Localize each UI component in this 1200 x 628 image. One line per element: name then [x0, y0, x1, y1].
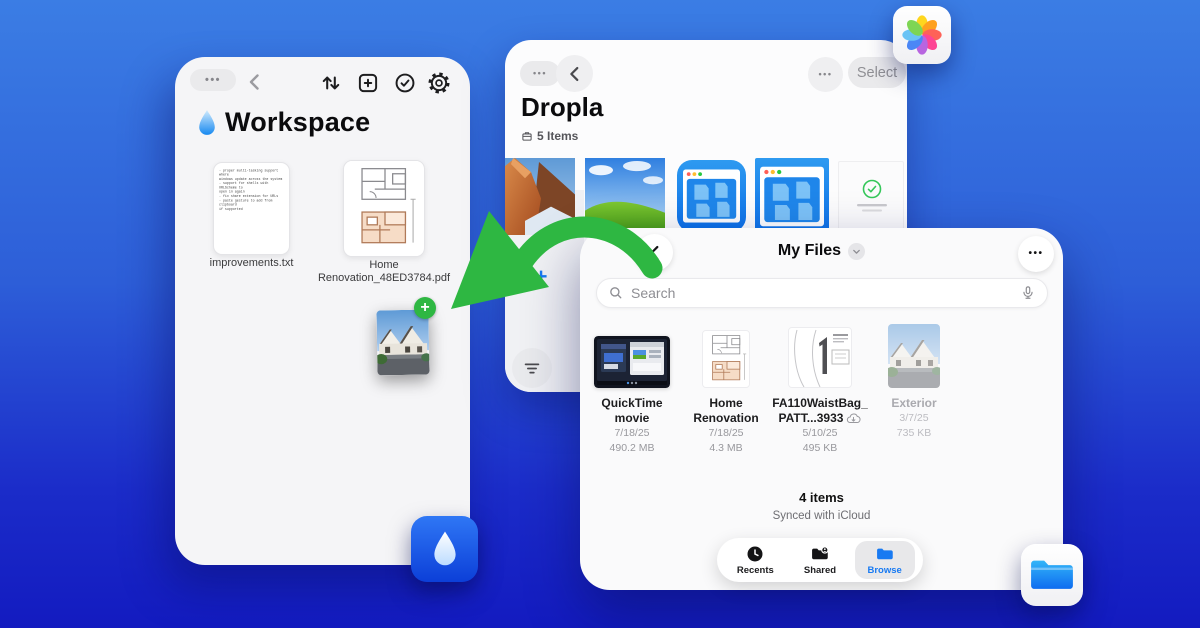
workspace-title: Workspace — [225, 107, 370, 138]
file-home-renovation[interactable]: Home Renovation 7/18/25 4.3 MB — [682, 324, 770, 456]
folder-icon — [874, 544, 896, 564]
sort-button[interactable] — [318, 70, 344, 96]
settings-button[interactable] — [426, 70, 452, 96]
blue-docs-app-icon — [683, 167, 740, 225]
files-window: My Files ••• QuickTime movie 7/18/25 490… — [580, 228, 1063, 590]
dropla-title: Dropla — [521, 92, 603, 123]
shared-folder-icon — [809, 544, 831, 564]
add-square-icon — [355, 70, 381, 96]
workspace-app-icon[interactable] — [411, 516, 478, 582]
window-controls-pill[interactable]: ••• — [190, 69, 236, 91]
blue-docs-screenshot-item[interactable] — [755, 158, 829, 235]
add-button[interactable] — [355, 70, 381, 96]
select-mode-button[interactable] — [392, 70, 418, 96]
items-count: 4 items — [580, 490, 1063, 505]
video-thumbnail — [594, 336, 670, 388]
clock-icon — [745, 544, 765, 564]
sync-status: Synced with iCloud — [580, 510, 1063, 522]
water-drop-icon — [430, 529, 460, 569]
files-app-icon[interactable] — [1021, 544, 1083, 606]
back-button[interactable] — [243, 70, 267, 94]
more-button[interactable]: ••• — [808, 57, 843, 92]
file-exterior-dimmed[interactable]: Exterior 3/7/25 735 KB — [872, 324, 956, 441]
blue-docs-app-item[interactable] — [677, 160, 746, 232]
file-label: Home Renovation_48ED3784.pdf — [303, 259, 465, 285]
tab-shared[interactable]: Shared — [790, 541, 850, 579]
house-exterior-thumbnail — [888, 324, 940, 388]
drop-add-badge: + — [414, 297, 436, 319]
add-item-button[interactable]: + — [529, 266, 553, 288]
upload-check-screenshot-item[interactable] — [838, 161, 904, 233]
items-count: 5 Items — [521, 129, 578, 143]
more-dots-icon: ••• — [1028, 249, 1043, 259]
txt-preview: - proper multi-tasking support where win… — [219, 169, 283, 212]
photos-flower-icon — [899, 12, 945, 58]
title-menu-button[interactable] — [848, 243, 865, 260]
more-dots-icon: ••• — [819, 70, 833, 79]
blue-docs-screenshot — [760, 164, 824, 229]
search-input[interactable] — [631, 285, 1013, 301]
bliss-photo — [585, 158, 665, 235]
house-exterior-photo — [376, 310, 429, 376]
workspace-panel: ••• Workspace - proper multi-tasking sup… — [175, 57, 470, 565]
file-label: improvements.txt — [181, 257, 322, 270]
floorplan-thumbnail — [702, 330, 750, 388]
chevron-left-icon — [243, 70, 267, 94]
chevron-down-icon — [850, 245, 863, 258]
photo-el-capitan[interactable] — [505, 158, 575, 235]
microphone-icon — [1019, 284, 1037, 302]
file-waistbag-pattern[interactable]: FA110WaistBag_ PATT...3933 5/10/25 495 K… — [772, 324, 868, 456]
window-controls-pill[interactable]: ••• — [520, 61, 560, 86]
settings-gear-icon — [426, 70, 452, 96]
back-button[interactable] — [556, 55, 593, 92]
more-dots-icon: ••• — [205, 75, 221, 86]
box-icon — [521, 130, 533, 142]
file-improvements-txt[interactable]: - proper multi-tasking support where win… — [213, 162, 290, 255]
water-drop-icon — [196, 108, 218, 138]
tab-recents[interactable]: Recents — [725, 541, 785, 579]
tab-bar: Recents Shared Browse — [717, 538, 923, 582]
screenshot-canvas: ••• Workspace - proper multi-tasking sup… — [0, 0, 1200, 628]
checkmark-circle-icon — [392, 70, 418, 96]
more-button[interactable]: ••• — [1018, 236, 1054, 272]
chevron-left-icon — [564, 63, 586, 85]
tab-browse[interactable]: Browse — [855, 541, 915, 579]
search-bar[interactable] — [596, 278, 1048, 308]
el-capitan-photo — [505, 158, 575, 235]
sort-arrows-icon — [318, 70, 344, 96]
file-quicktime-movie[interactable]: QuickTime movie 7/18/25 490.2 MB — [588, 324, 676, 456]
photo-bliss[interactable] — [585, 158, 665, 235]
file-home-renovation-pdf[interactable] — [343, 160, 425, 257]
filter-button[interactable] — [512, 348, 552, 388]
photos-app-icon[interactable] — [893, 6, 951, 64]
floorplan-thumbnail — [344, 161, 425, 257]
filter-lines-icon — [521, 357, 543, 379]
pattern-thumbnail — [788, 327, 852, 388]
dragged-photo[interactable] — [376, 310, 429, 376]
more-dots-icon: ••• — [533, 69, 547, 78]
icloud-download-icon — [846, 413, 861, 424]
upload-check-graphic — [839, 162, 904, 233]
titlebar: My Files — [580, 242, 1063, 260]
folder-icon — [1029, 556, 1075, 594]
select-button[interactable]: Select — [848, 57, 906, 88]
search-icon — [607, 284, 625, 302]
window-title: My Files — [778, 242, 841, 260]
